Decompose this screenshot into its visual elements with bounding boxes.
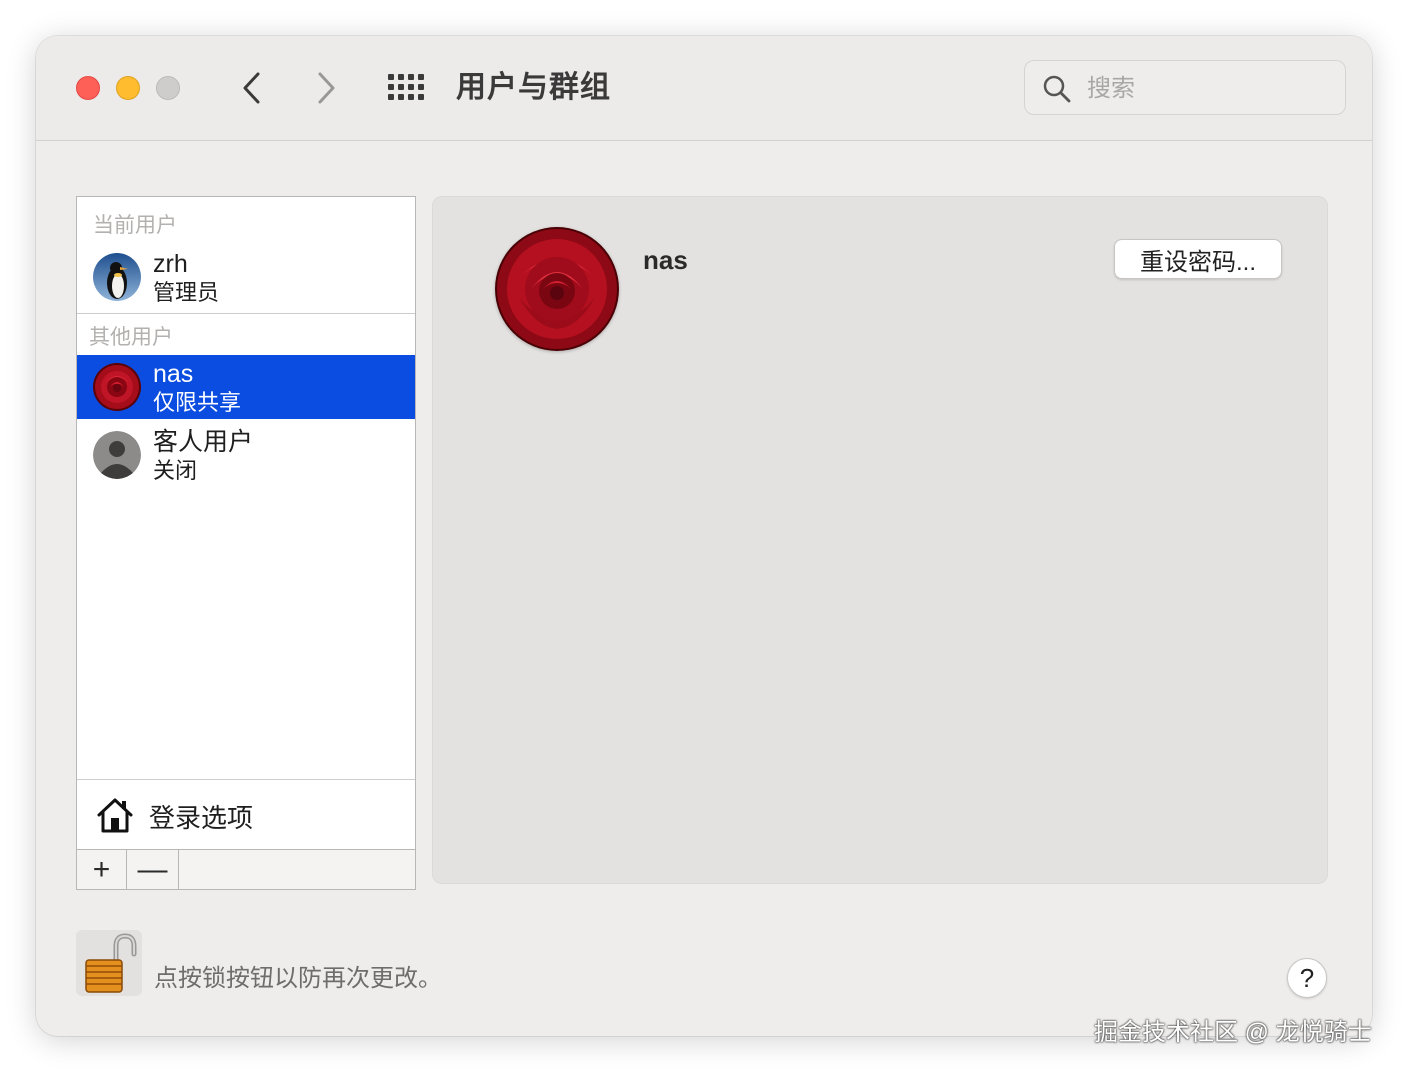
unlocked-padlock-icon xyxy=(85,933,137,993)
user-name: 客人用户 xyxy=(153,428,254,456)
section-header-current: 当前用户 xyxy=(93,214,177,237)
user-role: 关闭 xyxy=(153,458,198,483)
add-user-button[interactable]: + xyxy=(77,850,127,889)
grid-icon xyxy=(388,74,424,100)
chevron-right-icon xyxy=(318,72,335,104)
divider xyxy=(77,313,415,314)
minimize-button[interactable] xyxy=(116,76,140,100)
back-button[interactable] xyxy=(232,66,272,110)
user-row-zrh[interactable]: zrh 管理员 xyxy=(77,245,415,309)
window: 用户与群组 当前用户 xyxy=(36,36,1372,1036)
user-list: 当前用户 zrh 管理员 其他用户 nas 仅限共享 客人用户 关闭 登录选项 … xyxy=(76,196,416,890)
login-options-label: 登录选项 xyxy=(149,803,254,833)
guest-avatar xyxy=(93,431,141,479)
user-role: 仅限共享 xyxy=(153,390,242,415)
selected-user-name: nas xyxy=(643,245,688,275)
section-header-other: 其他用户 xyxy=(89,326,173,349)
user-name: zrh xyxy=(153,250,188,278)
reset-password-button[interactable]: 重设密码... xyxy=(1114,239,1282,279)
forward-button[interactable] xyxy=(306,66,346,110)
penguin-avatar xyxy=(93,253,141,301)
show-all-button[interactable] xyxy=(386,70,428,106)
house-icon xyxy=(97,798,133,833)
rose-avatar xyxy=(93,363,141,411)
window-title: 用户与群组 xyxy=(456,71,611,104)
list-button-bar: + — xyxy=(77,849,415,889)
search-field[interactable] xyxy=(1024,60,1346,115)
user-row-nas[interactable]: nas 仅限共享 xyxy=(77,355,415,419)
zoom-button[interactable] xyxy=(156,76,180,100)
remove-user-button[interactable]: — xyxy=(127,850,179,889)
watermark: 掘金技术社区 @ 龙悦骑士 xyxy=(1094,1019,1372,1046)
search-input[interactable] xyxy=(1085,69,1329,109)
titlebar: 用户与群组 xyxy=(36,36,1372,141)
lock-hint-text: 点按锁按钮以防再次更改。 xyxy=(154,965,442,992)
user-row-guest[interactable]: 客人用户 关闭 xyxy=(77,423,415,487)
chevron-left-icon xyxy=(243,72,260,104)
user-name: nas xyxy=(153,360,194,388)
close-button[interactable] xyxy=(76,76,100,100)
login-options-item[interactable]: 登录选项 xyxy=(77,779,415,849)
user-picture[interactable] xyxy=(495,227,619,351)
help-button[interactable]: ? xyxy=(1287,958,1327,998)
lock-button[interactable] xyxy=(76,930,142,996)
user-role: 管理员 xyxy=(153,280,220,305)
search-icon xyxy=(1043,75,1071,103)
detail-pane: nas 重设密码... xyxy=(432,196,1328,884)
